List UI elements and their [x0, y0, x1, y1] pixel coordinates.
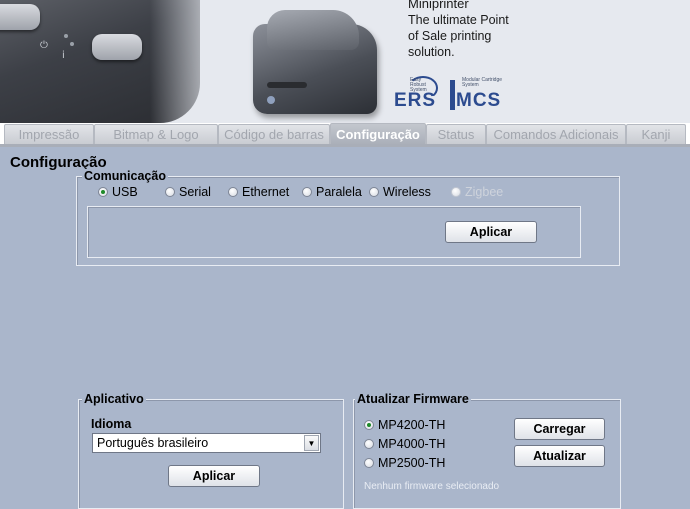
- comunicacao-apply-button[interactable]: Aplicar: [445, 221, 537, 243]
- tab-kanji[interactable]: Kanji: [626, 124, 686, 144]
- radio-mp4000-th[interactable]: MP4000-TH: [364, 437, 445, 451]
- printer-image: [245, 6, 380, 118]
- radio-dot-icon: [369, 187, 379, 197]
- mcs-logo: Modular Cartridge System MCS: [446, 78, 508, 112]
- firmware-status-text: Nenhum firmware selecionado: [364, 481, 500, 492]
- tab-status[interactable]: Status: [426, 124, 486, 144]
- radio-dot-icon: [364, 420, 374, 430]
- idioma-label: Idioma: [91, 417, 132, 431]
- radio-wireless[interactable]: Wireless: [369, 185, 431, 199]
- radio-zigbee: Zigbee: [451, 185, 503, 199]
- radio-dot-icon: [364, 458, 374, 468]
- radio-usb[interactable]: USB: [98, 185, 138, 199]
- ers-logo: Easy Robust System ERS: [394, 76, 438, 111]
- firmware-label: Atualizar Firmware: [355, 392, 471, 406]
- radio-serial[interactable]: Serial: [165, 185, 211, 199]
- comunicacao-label: Comunicação: [82, 169, 168, 183]
- radio-dot-icon: [451, 187, 461, 197]
- tab-bitmap-logo[interactable]: Bitmap & Logo: [94, 124, 218, 144]
- device-led: [64, 34, 68, 38]
- radio-mp2500-th[interactable]: MP2500-TH: [364, 456, 445, 470]
- chevron-down-icon[interactable]: ▼: [304, 435, 319, 451]
- header-banner: ⏻ ⅰ Miniprinter The ultimate Point of Sa…: [0, 0, 690, 123]
- product-line: Miniprinter: [408, 0, 469, 11]
- tab-configuracao[interactable]: Configuração: [330, 123, 426, 145]
- radio-paralela[interactable]: Paralela: [302, 185, 362, 199]
- tab-underline: [0, 144, 690, 147]
- radio-dot-icon: [364, 439, 374, 449]
- radio-ethernet[interactable]: Ethernet: [228, 185, 289, 199]
- firmware-update-button[interactable]: Atualizar: [514, 445, 605, 467]
- radio-mp4200-th[interactable]: MP4200-TH: [364, 418, 445, 432]
- tab-codigo-de-barras[interactable]: Código de barras: [218, 124, 330, 144]
- idioma-select[interactable]: Português brasileiro ▼: [92, 433, 321, 453]
- radio-dot-icon: [302, 187, 312, 197]
- tab-impressao[interactable]: Impressão: [4, 124, 94, 144]
- device-led: [70, 42, 74, 46]
- brand-logo-icon: [267, 96, 275, 104]
- aplicativo-label: Aplicativo: [82, 392, 146, 406]
- power-icon: ⏻: [40, 40, 48, 51]
- aplicativo-group: [78, 399, 344, 509]
- radio-dot-icon: [98, 187, 108, 197]
- radio-dot-icon: [165, 187, 175, 197]
- info-icon: ⅰ: [62, 50, 65, 61]
- device-paper-key: [92, 34, 142, 60]
- banner-tagline: Miniprinter The ultimate Point of Sale p…: [408, 0, 509, 60]
- device-feed-key: [0, 4, 40, 30]
- firmware-load-button[interactable]: Carregar: [514, 418, 605, 440]
- tab-comandos-adicionais[interactable]: Comandos Adicionais: [486, 124, 626, 144]
- tab-bar: Impressão Bitmap & Logo Código de barras…: [0, 123, 690, 145]
- aplicativo-apply-button[interactable]: Aplicar: [168, 465, 260, 487]
- radio-dot-icon: [228, 187, 238, 197]
